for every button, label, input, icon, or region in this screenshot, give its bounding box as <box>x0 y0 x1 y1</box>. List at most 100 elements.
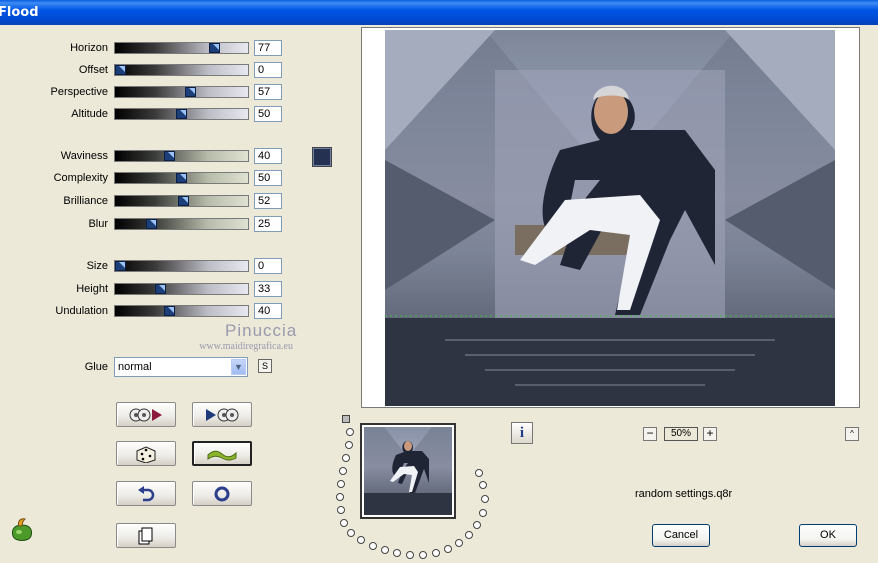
dial-dot[interactable] <box>337 480 345 488</box>
copy-icon <box>138 527 153 544</box>
slider-track[interactable] <box>114 42 249 54</box>
slider-value-input[interactable]: 50 <box>254 106 282 122</box>
load-settings-icon <box>129 408 162 421</box>
dial-dot[interactable] <box>475 469 483 477</box>
dial-dot[interactable] <box>479 509 487 517</box>
dial-dot[interactable] <box>465 531 473 539</box>
slider-row-offset: Offset 0 <box>0 61 290 81</box>
zoom-out-button[interactable]: − <box>643 427 657 441</box>
slider-label: Waviness <box>60 150 108 162</box>
random-button[interactable] <box>116 441 176 466</box>
slider-value-input[interactable]: 77 <box>254 40 282 56</box>
dial-dot[interactable] <box>473 521 481 529</box>
slider-track[interactable] <box>114 260 249 272</box>
dial-dot[interactable] <box>444 545 452 553</box>
slider-thumb[interactable] <box>115 261 126 271</box>
dial-dot[interactable] <box>481 495 489 503</box>
dial-dot[interactable] <box>406 551 414 559</box>
slider-value-input[interactable]: 40 <box>254 148 282 164</box>
status-text: random settings.q8r <box>635 488 733 500</box>
dial-dot[interactable] <box>347 529 355 537</box>
slider-value-input[interactable]: 57 <box>254 84 282 100</box>
dial-dot[interactable] <box>419 551 427 559</box>
zoom-in-button[interactable]: + <box>703 427 717 441</box>
slider-track[interactable] <box>114 283 249 295</box>
wave-preset-icon <box>207 450 237 460</box>
slider-label: Complexity <box>53 172 108 184</box>
dial-dot[interactable] <box>455 539 463 547</box>
dial-dot[interactable] <box>340 519 348 527</box>
dial-dot[interactable] <box>479 481 487 489</box>
dial-dot[interactable] <box>393 549 401 557</box>
chevron-down-icon[interactable]: ▼ <box>231 359 246 375</box>
slider-value-input[interactable]: 50 <box>254 170 282 186</box>
preview-artwork <box>385 30 835 406</box>
dial-dot[interactable] <box>369 542 377 550</box>
slider-thumb[interactable] <box>176 173 187 183</box>
random-dice-icon <box>136 445 156 463</box>
thumbnail-handle[interactable] <box>342 415 350 423</box>
copy-button[interactable] <box>116 523 176 548</box>
dial-dot[interactable] <box>357 536 365 544</box>
slider-value-input[interactable]: 25 <box>254 216 282 232</box>
glue-s-button[interactable]: S <box>258 359 272 373</box>
save-settings-button[interactable] <box>192 402 252 427</box>
slider-thumb[interactable] <box>146 219 157 229</box>
thumbnail-preview[interactable] <box>360 423 456 519</box>
color-swatch[interactable] <box>312 147 332 167</box>
dial-dot[interactable] <box>339 467 347 475</box>
dial-dot[interactable] <box>336 493 344 501</box>
slider-track[interactable] <box>114 64 249 76</box>
slider-value-input[interactable]: 40 <box>254 303 282 319</box>
slider-thumb[interactable] <box>178 196 189 206</box>
slider-thumb[interactable] <box>164 151 175 161</box>
slider-thumb[interactable] <box>115 65 126 75</box>
dial-dot[interactable] <box>337 506 345 514</box>
dial-dot[interactable] <box>342 454 350 462</box>
slider-track[interactable] <box>114 195 249 207</box>
dial-dot[interactable] <box>432 549 440 557</box>
slider-label: Blur <box>88 218 108 230</box>
collapse-preview-button[interactable]: ^ <box>845 427 859 441</box>
ok-button[interactable]: OK <box>799 524 857 547</box>
slider-track[interactable] <box>114 172 249 184</box>
slider-value-input[interactable]: 0 <box>254 258 282 274</box>
preview-panel[interactable] <box>361 27 860 408</box>
slider-track[interactable] <box>114 86 249 98</box>
title-bar: Flood <box>0 0 878 25</box>
slider-track[interactable] <box>114 108 249 120</box>
slider-row-altitude: Altitude 50 <box>0 105 290 125</box>
slider-value-input[interactable]: 33 <box>254 281 282 297</box>
reset-icon <box>214 486 230 501</box>
slider-row-waviness: Waviness 40 <box>0 147 290 167</box>
dial-dot[interactable] <box>381 546 389 554</box>
slider-thumb[interactable] <box>176 109 187 119</box>
slider-value-input[interactable]: 52 <box>254 193 282 209</box>
cancel-button[interactable]: Cancel <box>652 524 710 547</box>
slider-value-input[interactable]: 0 <box>254 62 282 78</box>
slider-label: Brilliance <box>63 195 108 207</box>
slider-track[interactable] <box>114 150 249 162</box>
slider-thumb[interactable] <box>185 87 196 97</box>
zoom-level: 50% <box>664 427 698 441</box>
undo-button[interactable] <box>116 481 176 506</box>
glue-select-value: normal <box>118 361 152 373</box>
slider-row-brilliance: Brilliance 52 <box>0 192 290 212</box>
slider-row-size: Size 0 <box>0 257 290 277</box>
dial-dot[interactable] <box>345 441 353 449</box>
glue-select[interactable]: normal ▼ <box>114 357 248 377</box>
slider-label: Horizon <box>70 42 108 54</box>
slider-thumb[interactable] <box>209 43 220 53</box>
load-settings-button[interactable] <box>116 402 176 427</box>
slider-label: Height <box>76 283 108 295</box>
wave-preset-button[interactable] <box>192 441 252 466</box>
thumbnail-image <box>364 427 452 515</box>
slider-thumb[interactable] <box>164 306 175 316</box>
info-button[interactable]: i <box>511 422 533 444</box>
watermark-url: www.maidiregrafica.eu <box>199 341 293 352</box>
slider-track[interactable] <box>114 305 249 317</box>
dial-dot[interactable] <box>346 428 354 436</box>
slider-thumb[interactable] <box>155 284 166 294</box>
slider-track[interactable] <box>114 218 249 230</box>
reset-button[interactable] <box>192 481 252 506</box>
